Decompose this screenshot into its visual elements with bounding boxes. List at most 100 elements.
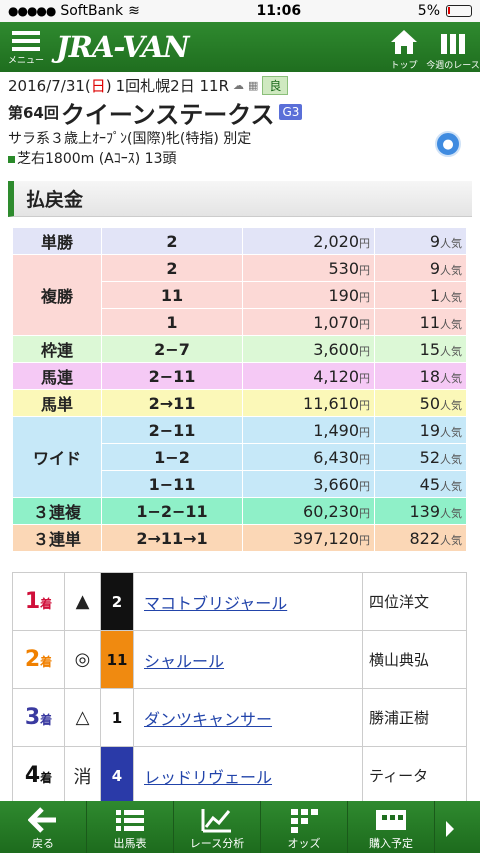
horse-number: 2: [100, 572, 134, 631]
winning-numbers: 2−11: [101, 362, 243, 390]
popularity: 50人気: [374, 389, 467, 417]
payout-amount: 3,600円: [242, 335, 375, 363]
section-title: 払戻金: [8, 181, 472, 217]
race-card-button[interactable]: 出馬表: [87, 801, 174, 853]
status-bar: ●●●●● SoftBank ≋ 11:06 5%: [0, 0, 480, 22]
winning-numbers: 1−2−11: [101, 497, 243, 525]
race-analysis-button[interactable]: レース分析: [174, 801, 261, 853]
clock: 11:06: [256, 3, 302, 19]
bet-type: 単勝: [12, 227, 102, 255]
popularity: 1人気: [374, 281, 467, 309]
race-edition: 第64回: [8, 103, 59, 122]
bottom-toolbar: 戻る 出馬表 レース分析 オッズ 購入予定: [0, 801, 480, 853]
race-meeting: 1回札幌2日 11R: [115, 76, 230, 95]
bet-type: ３連単: [12, 524, 102, 552]
result-row: 3着 △ 1 ダンツキャンサー 勝浦正樹: [12, 688, 467, 747]
carrier-label: SoftBank: [60, 3, 124, 19]
top-button[interactable]: トップ: [384, 28, 424, 71]
popularity: 9人気: [374, 227, 467, 255]
winning-numbers: 11: [101, 281, 243, 309]
winning-numbers: 1−2: [101, 443, 243, 471]
payout-row: ワイド 2−11 1,490円 19人気: [12, 416, 467, 498]
odds-button[interactable]: オッズ: [261, 801, 348, 853]
payout-amount: 190円: [242, 281, 375, 309]
battery-percent: 5%: [417, 3, 440, 19]
popularity: 15人気: [374, 335, 467, 363]
horse-name-link[interactable]: マコトブリジャール: [144, 594, 287, 613]
chevron-right-icon: [446, 821, 454, 837]
bet-type: 馬連: [12, 362, 102, 390]
payout-amount: 530円: [242, 254, 375, 282]
race-title: 第64回 クイーンステークス G3: [8, 95, 472, 129]
week-races-label: 今週のレース: [426, 61, 480, 71]
jockey-name: 勝浦正樹: [362, 688, 467, 747]
prediction-mark: ◎: [64, 630, 101, 689]
payout-row: 複勝 2 530円 9人気: [12, 254, 467, 336]
hamburger-icon: [12, 30, 40, 51]
horse-number: 1: [100, 688, 134, 747]
video-camera-icon: ●: [442, 136, 454, 152]
horse-name: マコトブリジャール: [133, 572, 363, 631]
payout-row: 枠連 2−7 3,600円 15人気: [12, 335, 467, 363]
popularity: 19人気: [374, 416, 467, 444]
result-row: 2着 ◎ 11 シャルール 横山典弘: [12, 630, 467, 689]
result-row: 4着消 4 レッドリヴェール ティータ: [12, 746, 467, 805]
menu-label: メニュー: [7, 55, 44, 66]
winning-numbers: 2→11: [101, 389, 243, 417]
horse-name: ダンツキャンサー: [133, 688, 363, 747]
top-label: トップ: [390, 61, 418, 71]
list-icon: [87, 805, 173, 835]
columns-icon: [426, 28, 480, 56]
bet-type: 馬単: [12, 389, 102, 417]
payout-row: 単勝 2 2,020円 9人気: [12, 227, 467, 255]
winning-numbers: 2→11→1: [101, 524, 243, 552]
horse-number: 4: [100, 746, 134, 805]
winning-numbers: 1−11: [101, 470, 243, 498]
finish-position: 3着: [12, 688, 65, 747]
turf-icon: ▦: [248, 78, 259, 92]
week-races-button[interactable]: 今週のレース: [426, 28, 480, 71]
more-button[interactable]: [435, 801, 465, 853]
payout-amount: 3,660円: [242, 470, 375, 498]
popularity: 9人気: [374, 254, 467, 282]
payout-amount: 11,610円: [242, 389, 375, 417]
race-course: 芝右1800m (Aｺｰｽ) 13頭: [8, 149, 472, 169]
prediction-mark: ▲: [64, 572, 101, 631]
jockey-name: 四位洋文: [362, 572, 467, 631]
payout-amount: 1,070円: [242, 308, 375, 336]
video-camera-button[interactable]: ●: [435, 131, 461, 157]
popularity: 11人気: [374, 308, 467, 336]
finish-position: 2着: [12, 630, 65, 689]
horse-name: レッドリヴェール: [133, 746, 363, 805]
back-arrow-icon: [0, 805, 86, 835]
winning-numbers: 1: [101, 308, 243, 336]
app-header: メニュー JRA-VAN トップ 今週のレース: [0, 22, 480, 72]
popularity: 822人気: [374, 524, 467, 552]
winning-numbers: 2−7: [101, 335, 243, 363]
horse-name-link[interactable]: ダンツキャンサー: [144, 710, 272, 729]
popularity: 139人気: [374, 497, 467, 525]
horse-name-link[interactable]: シャルール: [144, 652, 224, 671]
horse-name: シャルール: [133, 630, 363, 689]
jockey-name: 横山典弘: [362, 630, 467, 689]
jockey-name: ティータ: [362, 746, 467, 805]
odds-grid-icon: [261, 805, 347, 835]
track-condition-badge: 良: [262, 75, 289, 95]
race-name: クイーンステークス: [60, 100, 275, 129]
cloudy-weather-icon: ☁: [233, 78, 245, 92]
race-date: 2016/7/31(日): [8, 76, 112, 95]
winning-numbers: 2: [101, 227, 243, 255]
chart-icon: [174, 805, 260, 835]
popularity: 18人気: [374, 362, 467, 390]
payout-amount: 1,490円: [242, 416, 375, 444]
menu-button[interactable]: メニュー: [0, 29, 52, 66]
payout-amount: 60,230円: [242, 497, 375, 525]
race-conditions: サラ系３歳上ｵｰﾌﾟﾝ(国際)牝(特指) 別定: [8, 131, 252, 147]
prediction-mark: △: [64, 688, 101, 747]
turf-square-icon: [8, 155, 15, 163]
back-button[interactable]: 戻る: [0, 801, 87, 853]
purchase-plan-button[interactable]: 購入予定: [348, 801, 435, 853]
grade-badge: G3: [279, 104, 303, 120]
horse-name-link[interactable]: レッドリヴェール: [144, 768, 272, 787]
race-info: 2016/7/31(日) 1回札幌2日 11R ☁ ▦ 良 第64回 クイーンス…: [0, 72, 480, 169]
